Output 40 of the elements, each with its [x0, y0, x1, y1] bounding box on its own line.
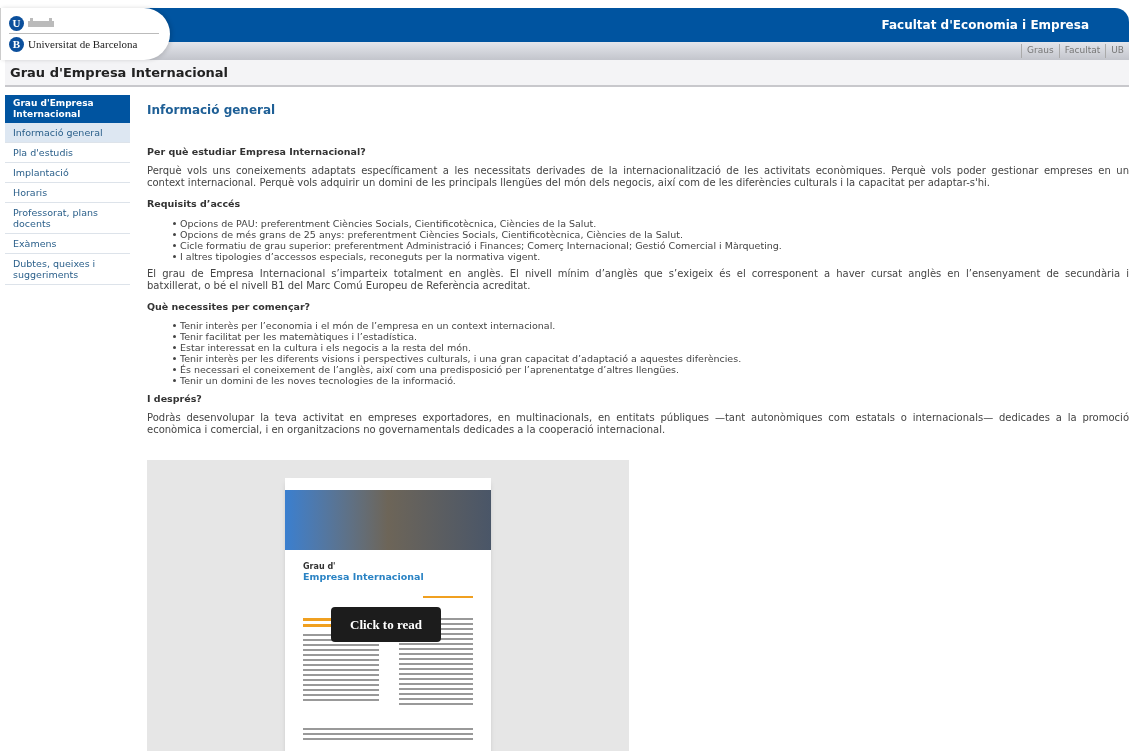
- list-item: Opcions de més grans de 25 anys: preferentment Ciències Socials, Cientificotècnica, Ciències de la Salut.: [180, 228, 683, 240]
- page-title: Grau d'Empresa Internacional: [10, 63, 229, 82]
- bullet-icon: [173, 323, 176, 327]
- bullet-icon: [173, 367, 176, 371]
- body-paragraph: Perquè vols uns coneixements adaptats específicament a les necessitats derivades de la internacionalització de les activitats econòmiques. Perquè vols poder gestionar empreses en un context internacional. Perquè vols adquirir un domini de les principals llengües del món dels negocis, així com de les diferències culturals i la capacitat per adaptar-s'hi.: [147, 165, 1129, 190]
- section-heading: Què necessites per començar?: [147, 299, 312, 314]
- brochure-title: Empresa Internacional: [303, 571, 425, 582]
- section-heading: Requisits d’accés: [147, 197, 242, 212]
- list-item: Tenir facilitat per les matemàtiques i l’estadística.: [180, 330, 418, 342]
- list-item: És necessari el coneixement de l’anglès, així com una predisposició per l’aprenentatge d’altres llengües.: [180, 363, 680, 375]
- logo-letter: U: [9, 15, 24, 31]
- list-item: Tenir interès per l’economia i el món de l’empresa en un context internacional.: [180, 319, 556, 331]
- section-heading: Per què estudiar Empresa Internacional?: [147, 145, 367, 159]
- body-paragraph: El grau de Empresa Internacional s’imparteix totalment en anglès. El nivell mínim d’anglès que s’exigeix és el corresponent a haver cursat anglès en l’ensenyament de secundària i batxillerat, o bé el nivell B1 del Marc Comú Europeu de Referència acreditat.: [147, 267, 1129, 292]
- university-name: Universitat de Barcelona: [28, 36, 138, 52]
- bullet-icon: [173, 356, 176, 360]
- bullet-icon: [173, 254, 176, 258]
- bullet-icon: [173, 334, 176, 338]
- bullet-icon: [173, 232, 176, 236]
- list-item: Tenir un domini de les noves tecnologies de la informació.: [180, 374, 456, 386]
- list-item: Cicle formatiu de grau superior: preferentment Administració i Finances; Comerç Internacional; Gestió Comercial i Màrqueting.: [180, 239, 782, 251]
- brochure-title-small: Grau d': [303, 562, 337, 571]
- section-title: Informació general: [147, 102, 277, 119]
- sidebar-item[interactable]: Informació general: [5, 123, 130, 143]
- body-paragraph: Podràs desenvolupar la teva activitat en empreses exportadores, en multinacionals, en entitats públiques —tant autonòmiques com estatals o internacionals— dedicades a la promoció econòmica i comercial, i en organitzacions no governamentals dedicades a la cooperació internacional.: [147, 412, 1129, 436]
- list-item: Tenir interès per les diferents visions i perspectives culturals, i una gran capacitat d’adaptació a aquestes diferències.: [180, 352, 742, 364]
- click-to-read-button[interactable]: Click to read: [331, 607, 441, 642]
- faculty-name: Facultat d'Economia i Empresa: [881, 17, 1089, 34]
- bullet-icon: [173, 221, 176, 225]
- bullet-icon: [173, 345, 176, 349]
- list-item: Opcions de PAU: preferentment Ciències Socials, Cientificotècnica, Ciències de la Salut.: [180, 217, 597, 229]
- bullet-icon: [173, 378, 176, 382]
- sidebar-heading: Grau d'Empresa Internacional: [5, 95, 130, 123]
- logo-letter: B: [9, 36, 24, 52]
- list-item: I altres tipologies d’accessos especials, reconeguts per la normativa vigent.: [180, 250, 541, 262]
- bullet-icon: [173, 243, 176, 247]
- list-item: Estar interessat en la cultura i els negocis a la resta del món.: [180, 341, 472, 353]
- section-heading: I després?: [147, 391, 203, 406]
- document-viewer[interactable]: Grau d' Empresa Internacional Click to read: [147, 460, 629, 751]
- building-icon: [28, 18, 54, 29]
